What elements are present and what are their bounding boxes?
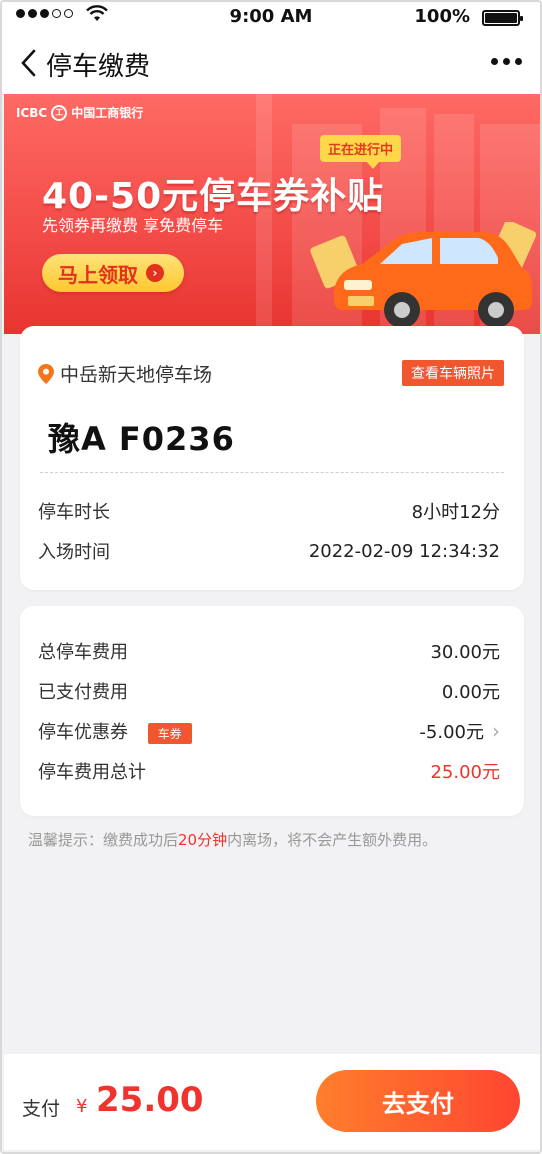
- duration-label: 停车时长: [38, 502, 110, 523]
- chevron-right-icon: ›: [492, 719, 500, 743]
- logo-text: ICBC: [16, 105, 48, 120]
- paid-fee-value: 0.00元: [441, 682, 500, 703]
- entry-time-value: 2022-02-09 12:34:32: [308, 540, 500, 562]
- car-illustration: [310, 222, 537, 328]
- coupon-selector[interactable]: -5.00元 ›: [419, 718, 500, 744]
- bank-name: 中国工商银行: [71, 106, 144, 120]
- promo-subtitle: 先领券再缴费 享免费停车: [42, 216, 224, 235]
- parking-info-card: 中岳新天地停车场 查看车辆照片 豫A F0236 停车时长 8小时12分 入场时…: [20, 326, 524, 590]
- bank-seal-icon: 工: [51, 104, 68, 121]
- more-menu-icon[interactable]: [491, 58, 522, 65]
- battery-icon: [482, 10, 523, 26]
- back-chevron-icon[interactable]: [18, 48, 40, 78]
- location-pin-icon: [38, 363, 54, 384]
- promo-banner[interactable]: ICBC 工 中国工商银行 正在进行中 40-50元停车券补贴 先领券再缴费 享…: [4, 94, 540, 334]
- total-fee-row: 总停车费用 30.00元: [38, 636, 500, 666]
- total-fee-value: 30.00元: [430, 642, 500, 663]
- pay-label: 支付: [22, 1098, 61, 1120]
- fee-card: 总停车费用 30.00元 已支付费用 0.00元 停车优惠券 车券 -5.00元…: [20, 606, 524, 816]
- coupon-label: 停车优惠券: [38, 722, 128, 743]
- coupon-value: -5.00元: [419, 722, 484, 743]
- pay-button[interactable]: 去支付: [316, 1070, 520, 1132]
- fee-sum-value: 25.00元: [430, 762, 500, 783]
- duration-row: 停车时长 8小时12分: [38, 496, 500, 526]
- coupon-row[interactable]: 停车优惠券 车券 -5.00元 ›: [38, 716, 500, 746]
- view-photos-button[interactable]: 查看车辆照片: [402, 360, 504, 386]
- coupon-tag: 车券: [147, 722, 192, 744]
- entry-time-row: 入场时间 2022-02-09 12:34:32: [38, 536, 500, 566]
- status-bar: 9:00 AM 100%: [2, 2, 540, 32]
- coupon-label-wrap: 停车优惠券 车券: [38, 718, 192, 744]
- tip-suffix: 内离场，将不会产生额外费用。: [227, 831, 438, 849]
- tip-highlight: 20分钟: [178, 831, 228, 849]
- fee-sum-row: 停车费用总计 25.00元: [38, 756, 500, 786]
- nav-bar: 停车缴费: [2, 32, 540, 94]
- page-title: 停车缴费: [46, 52, 151, 82]
- reminder-tip: 温馨提示：缴费成功后20分钟内离场，将不会产生额外费用。: [28, 829, 437, 850]
- tip-prefix: 温馨提示：缴费成功后: [28, 831, 179, 849]
- license-plate: 豫A F0236: [48, 420, 235, 458]
- divider: [40, 472, 504, 473]
- battery-percent: 100%: [414, 6, 470, 27]
- fee-sum-label: 停车费用总计: [38, 762, 146, 783]
- claim-label: 马上领取: [58, 262, 138, 287]
- bank-logo: ICBC 工 中国工商银行: [16, 104, 143, 121]
- payment-footer: 支付 ¥ 25.00 去支付: [4, 1054, 540, 1150]
- paid-fee-label: 已支付费用: [38, 682, 128, 703]
- status-badge: 正在进行中: [320, 135, 402, 169]
- location: 中岳新天地停车场: [38, 360, 212, 387]
- currency-symbol: ¥: [76, 1096, 88, 1117]
- paid-fee-row: 已支付费用 0.00元: [38, 676, 500, 706]
- duration-value: 8小时12分: [411, 502, 500, 523]
- location-name: 中岳新天地停车场: [60, 364, 213, 386]
- total-fee-label: 总停车费用: [38, 642, 128, 663]
- app-frame: 9:00 AM 100% 停车缴费 ICBC 工 中国工商银行 正在进行中 40…: [0, 0, 542, 1154]
- claim-button[interactable]: 马上领取 ›: [42, 254, 184, 292]
- arrow-right-icon: ›: [146, 264, 164, 282]
- entry-time-label: 入场时间: [38, 542, 110, 563]
- pay-amount: 25.00: [96, 1080, 204, 1120]
